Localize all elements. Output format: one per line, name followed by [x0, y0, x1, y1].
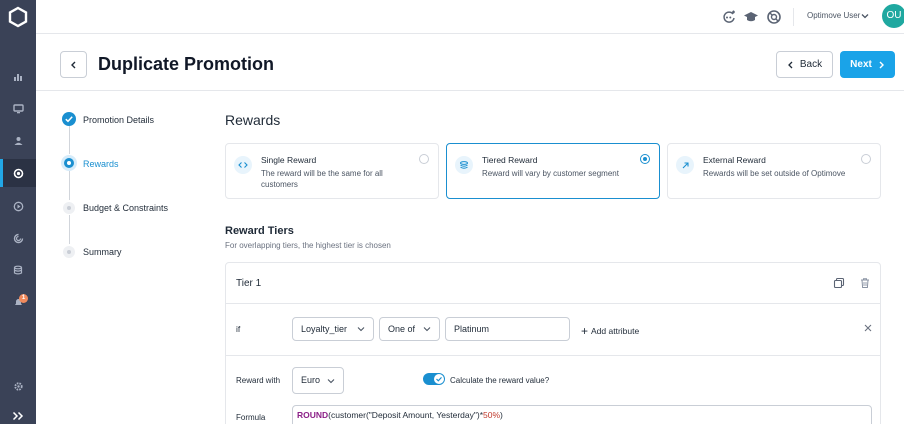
- code-icon: [234, 156, 252, 174]
- reward-option-desc: Rewards will be set outside of Optimove: [703, 169, 846, 178]
- reward-option-tiered[interactable]: Tiered Reward Reward will vary by custom…: [446, 143, 660, 199]
- chevron-down-icon[interactable]: [860, 11, 870, 21]
- topbar-divider: [793, 8, 794, 26]
- page-header: Duplicate Promotion Back Next: [36, 34, 904, 91]
- trash-icon[interactable]: [859, 277, 871, 289]
- nav-data-icon[interactable]: [0, 256, 36, 284]
- reward-option-title: External Reward: [703, 155, 766, 165]
- operator-select-value: One of: [388, 324, 416, 334]
- reward-tiers-title: Reward Tiers: [225, 225, 294, 237]
- chevron-right-icon: [879, 61, 884, 68]
- formula-label: Formula: [236, 413, 266, 422]
- add-attribute-button[interactable]: + Add attribute: [581, 324, 639, 338]
- attribute-select[interactable]: Loyalty_tier: [292, 317, 374, 341]
- top-bar: Optimove User OU: [36, 0, 904, 34]
- notification-badge: 1: [19, 294, 28, 303]
- back-button-label: Back: [799, 59, 823, 70]
- tier-header: Tier 1: [226, 263, 880, 304]
- copy-icon[interactable]: [833, 277, 845, 289]
- tier-card: Tier 1 if Loyalty_tier One of Platinum +…: [225, 262, 881, 424]
- operator-select[interactable]: One of: [379, 317, 440, 341]
- academy-icon[interactable]: [743, 9, 759, 25]
- nav-play-icon[interactable]: [0, 192, 36, 220]
- calculate-toggle[interactable]: [423, 373, 445, 385]
- step-summary[interactable]: Summary: [83, 247, 122, 257]
- external-arrow-icon: [676, 156, 694, 174]
- reward-option-title: Tiered Reward: [482, 155, 538, 165]
- back-arrow-button[interactable]: [60, 51, 87, 78]
- nav-expand-icon[interactable]: [0, 402, 36, 424]
- step-budget-constraints[interactable]: Budget & Constraints: [83, 203, 168, 213]
- currency-select-value: Euro: [301, 375, 321, 385]
- tier-name: Tier 1: [236, 278, 262, 289]
- next-button-label: Next: [850, 59, 872, 70]
- nav-monitor-icon[interactable]: [0, 95, 36, 123]
- page-title: Duplicate Promotion: [98, 54, 275, 74]
- value-input-text: Platinum: [454, 324, 490, 334]
- step-done-check-icon[interactable]: [62, 112, 76, 126]
- reward-option-desc: Reward will vary by customer segment: [482, 169, 619, 178]
- reward-with-label: Reward with: [236, 376, 281, 385]
- nav-customers-icon[interactable]: [0, 127, 36, 155]
- formula-percentage: 50%: [483, 410, 501, 420]
- nav-promotions-icon[interactable]: [0, 159, 36, 187]
- formula-function: ROUND: [297, 410, 329, 420]
- step-connector: [69, 215, 70, 244]
- wizard-stepper: Promotion Details Rewards Budget & Const…: [58, 108, 218, 268]
- add-attribute-label: Add attribute: [591, 326, 640, 336]
- support-icon[interactable]: [766, 9, 782, 25]
- step-pending-indicator[interactable]: [63, 202, 75, 214]
- reward-option-radio[interactable]: [419, 154, 429, 164]
- nav-analytics-icon[interactable]: [0, 63, 36, 91]
- chevron-left-icon: [70, 61, 75, 68]
- chevron-down-icon: [357, 327, 365, 332]
- back-button[interactable]: Back: [776, 51, 833, 78]
- step-promotion-details[interactable]: Promotion Details: [83, 115, 154, 125]
- rewards-title: Rewards: [225, 112, 281, 128]
- value-input[interactable]: Platinum: [445, 317, 570, 341]
- next-button[interactable]: Next: [840, 51, 895, 78]
- reward-option-title: Single Reward: [261, 155, 317, 165]
- condition-if-label: if: [236, 324, 241, 334]
- close-icon[interactable]: [863, 323, 873, 333]
- nav-insights-icon[interactable]: [0, 224, 36, 252]
- reward-option-desc: The reward will be the same for all cust…: [261, 169, 383, 189]
- reward-option-external[interactable]: External Reward Rewards will be set outs…: [667, 143, 881, 199]
- reward-tiers-subtitle: For overlapping tiers, the highest tier …: [225, 241, 391, 250]
- check-icon: [436, 376, 442, 382]
- whats-new-icon[interactable]: [721, 9, 737, 25]
- left-navigation: 1: [0, 0, 36, 424]
- nav-notifications-icon[interactable]: 1: [0, 288, 36, 316]
- layers-icon: [455, 156, 473, 174]
- tier-condition-row: if Loyalty_tier One of Platinum + Add att…: [226, 304, 880, 356]
- chevron-left-icon: [787, 61, 793, 68]
- chevron-down-icon: [327, 379, 335, 384]
- step-pending-indicator[interactable]: [63, 246, 75, 258]
- reward-option-radio-selected[interactable]: [640, 154, 650, 164]
- reward-option-single[interactable]: Single Reward The reward will be the sam…: [225, 143, 439, 199]
- currency-select[interactable]: Euro: [292, 367, 344, 394]
- optimove-logo-icon[interactable]: [7, 6, 29, 28]
- nav-settings-icon[interactable]: [0, 372, 36, 400]
- user-name[interactable]: Optimove User: [807, 11, 860, 20]
- formula-editor[interactable]: ROUND(customer("Deposit Amount, Yesterda…: [292, 405, 872, 424]
- avatar[interactable]: OU: [882, 4, 904, 28]
- formula-closing: ): [500, 410, 503, 420]
- calculate-label: Calculate the reward value?: [450, 376, 550, 385]
- attribute-select-value: Loyalty_tier: [301, 324, 348, 334]
- chevron-down-icon: [423, 327, 431, 332]
- step-connector: [69, 171, 70, 200]
- reward-option-radio[interactable]: [861, 154, 871, 164]
- step-active-indicator[interactable]: [61, 155, 77, 171]
- formula-arguments: (customer("Deposit Amount, Yesterday")*: [328, 410, 484, 420]
- step-rewards[interactable]: Rewards: [83, 159, 119, 169]
- step-connector: [69, 126, 70, 154]
- plus-icon: +: [581, 324, 589, 338]
